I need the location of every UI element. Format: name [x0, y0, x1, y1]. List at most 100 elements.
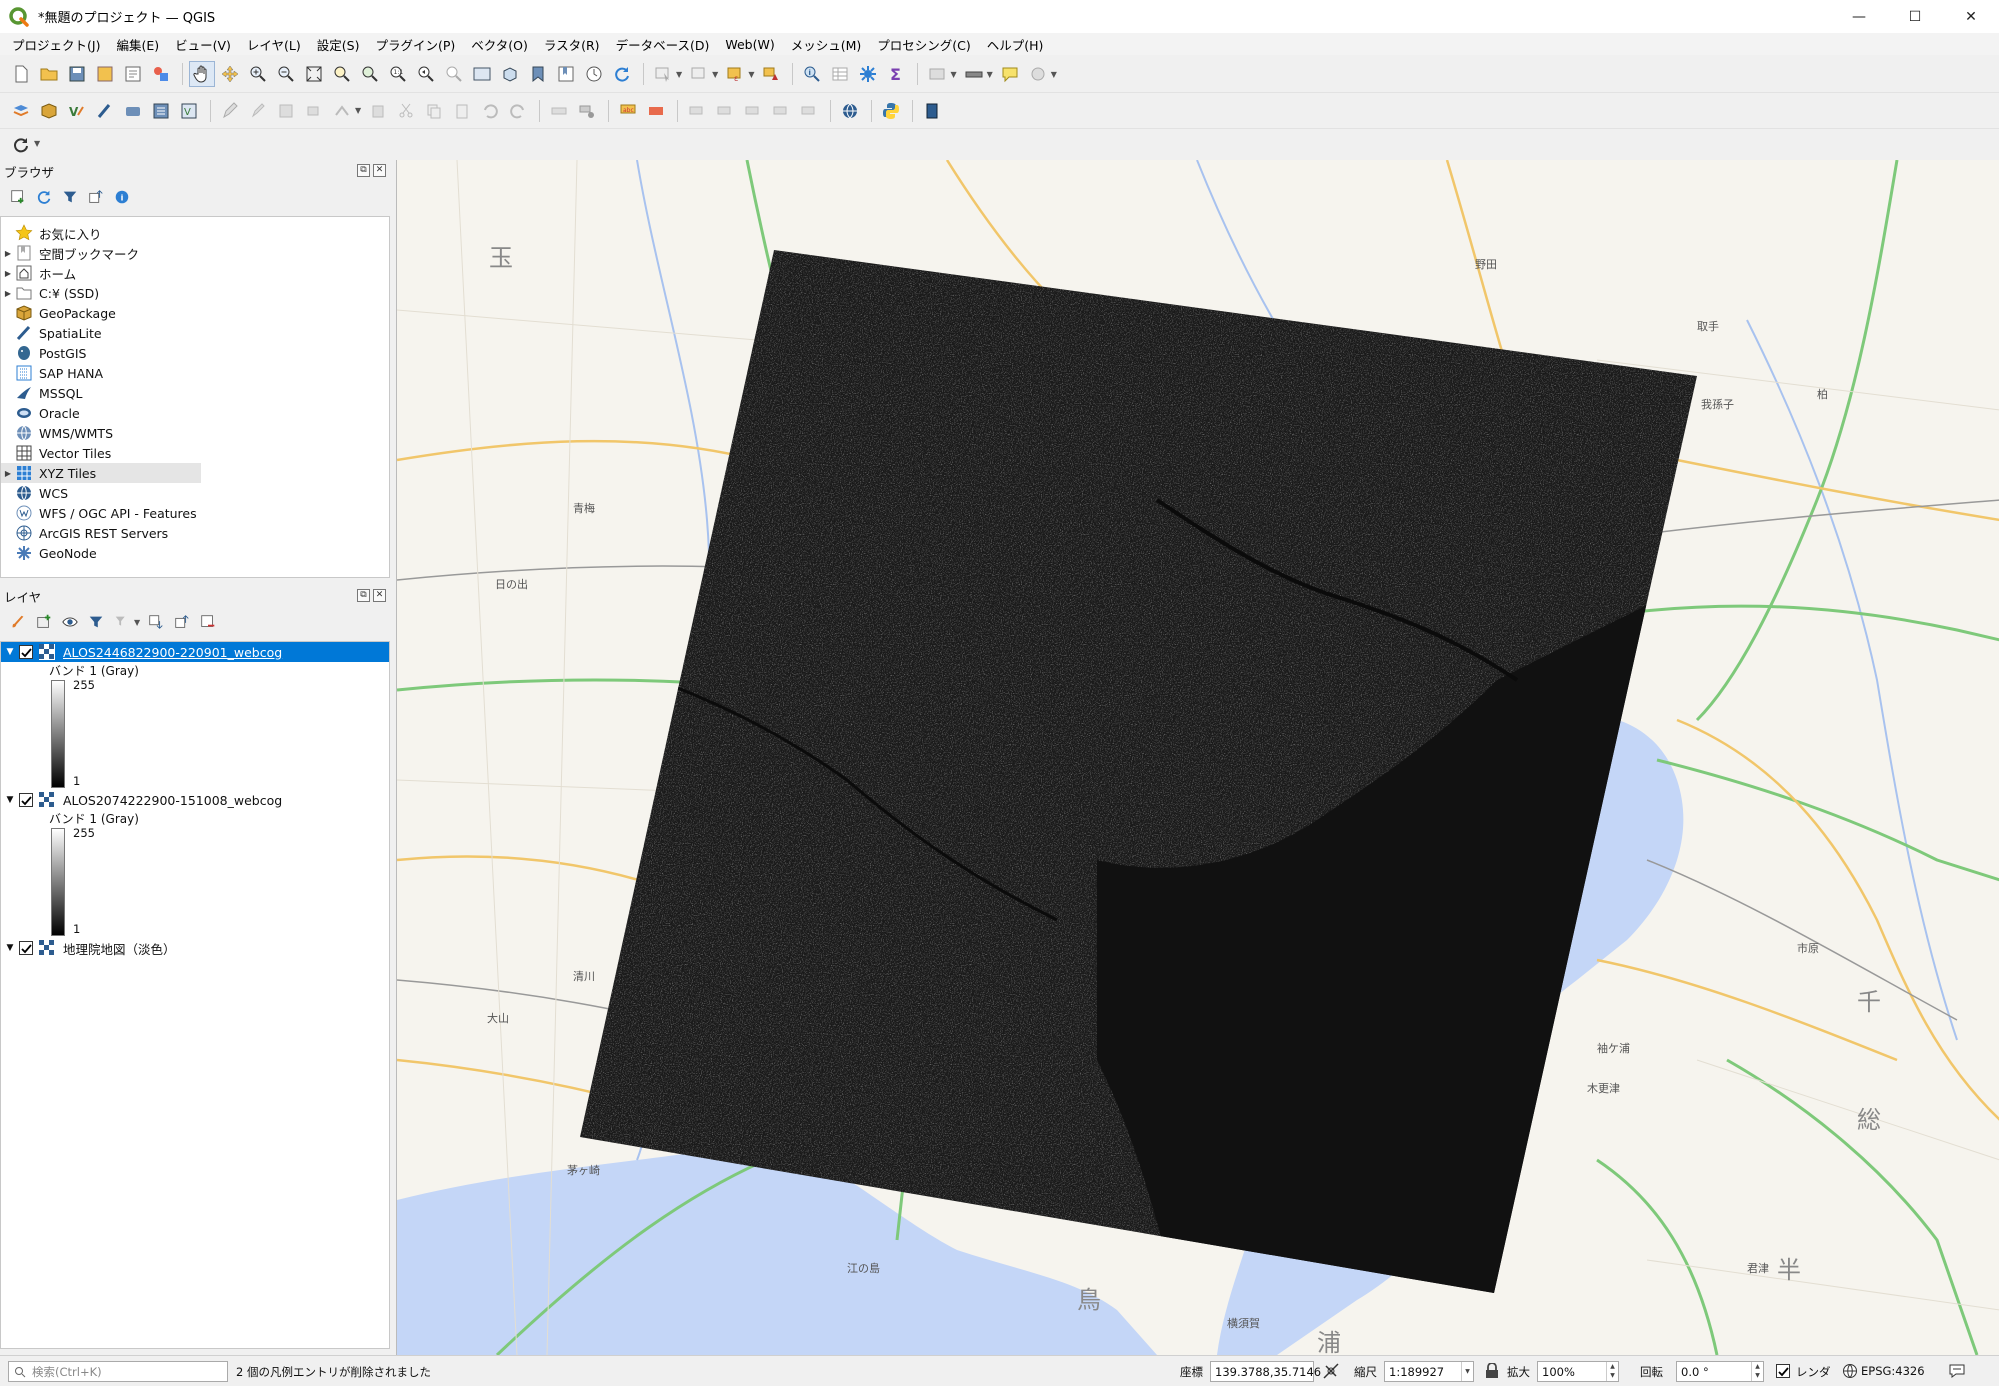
- zoom-next-button[interactable]: [441, 61, 467, 87]
- dropdown-arrow-icon[interactable]: ▼: [748, 70, 754, 79]
- float-panel-button[interactable]: ⧉: [357, 589, 370, 602]
- layer-diagram-button[interactable]: [643, 98, 669, 124]
- expand-arrow-icon[interactable]: ▶: [1, 269, 15, 278]
- metasearch-button[interactable]: [919, 98, 945, 124]
- zoom-last-button[interactable]: [413, 61, 439, 87]
- new-map-view-button[interactable]: [469, 61, 495, 87]
- layer-item-gsi-pale-map[interactable]: ▼ 地理院地図（淡色）: [1, 938, 389, 958]
- dropdown-arrow-icon[interactable]: ▼: [676, 70, 682, 79]
- browser-item-sap-hana[interactable]: SAP HANA: [1, 363, 389, 383]
- properties-button[interactable]: i: [110, 184, 134, 210]
- dropdown-arrow-icon[interactable]: ▼: [712, 70, 718, 79]
- scale-combobox[interactable]: 1:189927 ▼: [1384, 1361, 1474, 1382]
- change-label-button[interactable]: [740, 98, 766, 124]
- browser-item-bookmark[interactable]: ▶ 空間ブックマーク: [1, 243, 389, 263]
- float-panel-button[interactable]: ⧉: [357, 164, 370, 177]
- minimize-button[interactable]: —: [1831, 0, 1887, 33]
- move-label-button[interactable]: [684, 98, 710, 124]
- vertex-tool-button[interactable]: [329, 98, 355, 124]
- add-feature-button[interactable]: [301, 98, 327, 124]
- zoom-full-button[interactable]: [301, 61, 327, 87]
- crs-button[interactable]: EPSG:4326: [1861, 1364, 1925, 1378]
- menu-plugins[interactable]: プラグイン(P): [367, 35, 463, 54]
- manage-map-themes-button[interactable]: [58, 609, 82, 635]
- label-tool-button[interactable]: [546, 98, 572, 124]
- add-group-button[interactable]: [32, 609, 56, 635]
- collapse-arrow-icon[interactable]: ▼: [1, 795, 19, 805]
- new-bookmark-button[interactable]: [525, 61, 551, 87]
- browser-item-wms[interactable]: WMS/WMTS: [1, 423, 389, 443]
- browser-item-postgis[interactable]: PostGIS: [1, 343, 389, 363]
- dropdown-arrow-icon[interactable]: ▼: [950, 70, 956, 79]
- browser-item-vector-tiles[interactable]: Vector Tiles: [1, 443, 389, 463]
- dropdown-arrow-icon[interactable]: ▼: [134, 618, 140, 627]
- identify-features-button[interactable]: i: [799, 61, 825, 87]
- zoom-native-button[interactable]: 1:1: [385, 61, 411, 87]
- toggle-extents-icon[interactable]: [1322, 1362, 1340, 1380]
- select-location-button[interactable]: [758, 61, 784, 87]
- browser-item-star[interactable]: お気に入り: [1, 223, 389, 243]
- menu-project[interactable]: プロジェクト(J): [4, 35, 108, 54]
- menu-settings[interactable]: 設定(S): [309, 35, 368, 54]
- browser-item-drive[interactable]: ▶ C:¥ (SSD): [1, 283, 389, 303]
- close-panel-button[interactable]: ✕: [373, 164, 386, 177]
- new-spatialite-layer-button[interactable]: [92, 98, 118, 124]
- close-button[interactable]: ✕: [1943, 0, 1999, 33]
- processing-toolbox-button[interactable]: [855, 61, 881, 87]
- zoom-out-button[interactable]: [273, 61, 299, 87]
- save-as-button[interactable]: [92, 61, 118, 87]
- collapse-arrow-icon[interactable]: ▼: [1, 943, 19, 953]
- rotate-label-button[interactable]: [712, 98, 738, 124]
- show-hide-labels-button[interactable]: [768, 98, 794, 124]
- statistical-summary-button[interactable]: Σ: [883, 61, 909, 87]
- expand-arrow-icon[interactable]: ▶: [1, 249, 15, 258]
- copy-features-button[interactable]: [421, 98, 447, 124]
- menu-raster[interactable]: ラスタ(R): [536, 35, 608, 54]
- zoom-to-selection-button[interactable]: [329, 61, 355, 87]
- deselect-button[interactable]: [686, 61, 712, 87]
- globe-icon[interactable]: [1842, 1363, 1858, 1379]
- layer-visibility-checkbox[interactable]: [19, 941, 33, 955]
- undo-button[interactable]: [477, 98, 503, 124]
- lock-icon[interactable]: [1485, 1363, 1499, 1379]
- pan-map-button[interactable]: [189, 61, 215, 87]
- browser-item-spatialite[interactable]: SpatiaLite: [1, 323, 389, 343]
- menu-help[interactable]: ヘルプ(H): [979, 35, 1052, 54]
- browser-item-geopackage[interactable]: GeoPackage: [1, 303, 389, 323]
- select-features-button[interactable]: [650, 61, 676, 87]
- layer-item-alos2446822900[interactable]: ▼ ALOS2446822900-220901_webcog: [1, 642, 389, 662]
- menu-database[interactable]: データベース(D): [608, 35, 718, 54]
- save-project-button[interactable]: [64, 61, 90, 87]
- refresh-button[interactable]: [609, 61, 635, 87]
- collapse-all-button[interactable]: [84, 184, 108, 210]
- temporal-controller-button[interactable]: [581, 61, 607, 87]
- save-edits-button[interactable]: [273, 98, 299, 124]
- label-pin-button[interactable]: [574, 98, 600, 124]
- new-project-button[interactable]: [8, 61, 34, 87]
- reload-plugin-button[interactable]: [8, 131, 34, 157]
- browser-item-oracle[interactable]: Oracle: [1, 403, 389, 423]
- select-by-expression-button[interactable]: ε: [722, 61, 748, 87]
- browser-item-wfs[interactable]: WFS / OGC API - Features: [1, 503, 389, 523]
- browser-item-arcgis[interactable]: ArcGIS REST Servers: [1, 523, 389, 543]
- open-attribute-table-button[interactable]: [827, 61, 853, 87]
- new-virtual-layer-button[interactable]: [148, 98, 174, 124]
- close-panel-button[interactable]: ✕: [373, 589, 386, 602]
- dropdown-arrow-icon[interactable]: ▼: [355, 106, 361, 115]
- browser-item-xyz-tiles[interactable]: ▶ XYZ Tiles: [1, 463, 201, 483]
- add-selected-layers-button[interactable]: [6, 184, 30, 210]
- remove-layer-button[interactable]: [196, 609, 220, 635]
- measure-line-button[interactable]: [961, 61, 987, 87]
- new-shapefile-layer-button[interactable]: V: [64, 98, 90, 124]
- menu-processing[interactable]: プロセシング(C): [869, 35, 978, 54]
- new-geopackage-layer-button[interactable]: [36, 98, 62, 124]
- browser-item-wcs[interactable]: WCS: [1, 483, 389, 503]
- pan-to-selection-button[interactable]: [217, 61, 243, 87]
- menu-view[interactable]: ビュー(V): [167, 35, 239, 54]
- zoom-to-layer-button[interactable]: [357, 61, 383, 87]
- magnifier-spinbox[interactable]: 100% ▲ ▼: [1537, 1361, 1619, 1382]
- paste-features-button[interactable]: [449, 98, 475, 124]
- render-checkbox[interactable]: [1776, 1364, 1790, 1378]
- spinner-arrows-icon[interactable]: ▲ ▼: [1751, 1362, 1763, 1381]
- collapse-arrow-icon[interactable]: ▼: [1, 647, 19, 657]
